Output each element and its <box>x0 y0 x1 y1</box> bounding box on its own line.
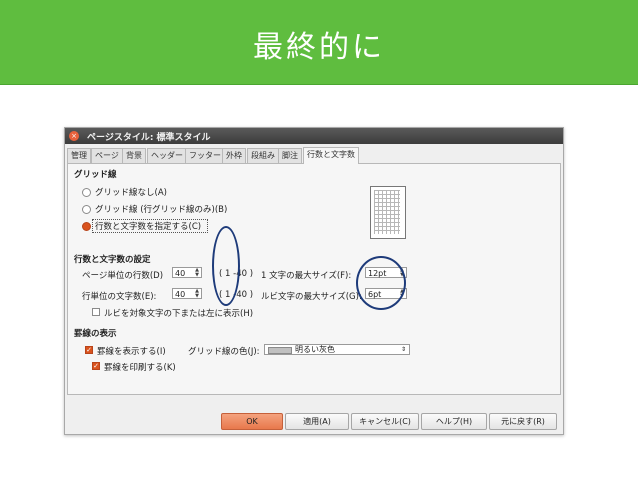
tab-manage[interactable]: 管理 <box>67 148 91 163</box>
radio-grid-lines-only-label: グリッド線 (行グリッド線のみ)(B) <box>95 205 228 215</box>
lines-section-heading: 罫線の表示 <box>74 329 117 339</box>
tab-panel: グリッド線 グリッド線なし(A) グリッド線 (行グリッド線のみ)(B) 行数と… <box>67 163 561 395</box>
slide-title: 最終的に <box>253 30 385 65</box>
chars-per-line-value: 40 <box>175 290 186 299</box>
lines-per-page-label: ページ単位の行数(D) <box>82 271 164 281</box>
radio-specify-grid[interactable] <box>82 222 91 231</box>
tab-footnote[interactable]: 脚注 <box>278 148 302 163</box>
lines-per-page-spinner[interactable]: 40 ▲ ▼ <box>172 267 202 278</box>
spin-arrows-icon[interactable]: ▲ ▼ <box>194 289 200 299</box>
chars-per-line-spinner[interactable]: 40 ▲ ▼ <box>172 288 202 299</box>
page-style-dialog: × ページスタイル: 標準スタイル 管理 ページ 背景 ヘッダー フッター 外枠… <box>64 127 564 435</box>
tab-text-grid[interactable]: 行数と文字数 <box>303 147 359 164</box>
radio-no-grid-label: グリッド線なし(A) <box>95 188 167 198</box>
dialog-title: ページスタイル: 標準スタイル <box>87 133 211 143</box>
slide-header: 最終的に <box>0 0 638 85</box>
preview-grid <box>374 190 400 234</box>
dropdown-arrows-icon: ⇕ <box>400 346 406 353</box>
tab-columns[interactable]: 段組み <box>247 148 279 163</box>
tab-footer[interactable]: フッター <box>185 148 225 163</box>
tab-header[interactable]: ヘッダー <box>147 148 187 163</box>
chars-per-line-label: 行単位の文字数(E): <box>82 292 157 302</box>
ruby-max-size-label: ルビ文字の最大サイズ(G): <box>261 292 362 302</box>
spin-arrows-icon[interactable]: ▲ ▼ <box>194 268 200 278</box>
radio-no-grid[interactable] <box>82 188 91 197</box>
grid-section-heading: グリッド線 <box>74 170 117 180</box>
ruby-below-checkbox[interactable] <box>92 308 100 316</box>
reset-button[interactable]: 元に戻す(R) <box>489 413 557 430</box>
color-swatch <box>268 347 292 354</box>
grid-color-label: グリッド線の色(J): <box>188 347 260 357</box>
dialog-titlebar: × ページスタイル: 標準スタイル <box>65 128 563 144</box>
tab-background[interactable]: 背景 <box>122 148 146 163</box>
radio-grid-lines-only[interactable] <box>82 205 91 214</box>
apply-button[interactable]: 適用(A) <box>285 413 349 430</box>
max-font-size-label: 1 文字の最大サイズ(F): <box>261 271 352 281</box>
annotation-circle-size <box>356 256 406 310</box>
show-lines-label: 罫線を表示する(I) <box>97 347 166 357</box>
print-lines-checkbox[interactable]: ✓ <box>92 362 100 370</box>
settings-section-heading: 行数と文字数の設定 <box>74 255 151 265</box>
lines-per-page-value: 40 <box>175 269 186 278</box>
tab-borders[interactable]: 外枠 <box>222 148 246 163</box>
annotation-circle-range <box>212 226 240 306</box>
grid-color-select[interactable]: 明るい灰色 ⇕ <box>264 344 410 355</box>
print-lines-label: 罫線を印刷する(K) <box>104 363 176 373</box>
page-preview <box>370 186 406 239</box>
ruby-below-label: ルビを対象文字の下または左に表示(H) <box>104 309 254 319</box>
ok-button[interactable]: OK <box>221 413 283 430</box>
cancel-button[interactable]: キャンセル(C) <box>351 413 419 430</box>
show-lines-checkbox[interactable]: ✓ <box>85 346 93 354</box>
tab-page[interactable]: ページ <box>91 148 123 163</box>
close-icon[interactable]: × <box>69 131 79 141</box>
grid-color-value: 明るい灰色 <box>295 345 335 354</box>
radio-specify-grid-label: 行数と文字数を指定する(C) <box>95 222 202 232</box>
help-button[interactable]: ヘルプ(H) <box>421 413 487 430</box>
